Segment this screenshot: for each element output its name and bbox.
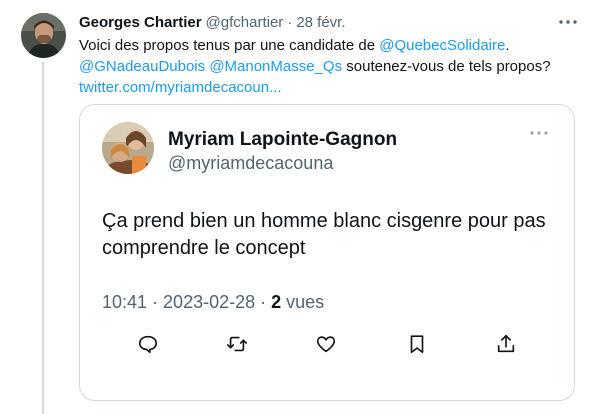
quoted-author-handle[interactable]: @myriamdecacouna [168,153,333,174]
thread-line [42,62,44,414]
author-name[interactable]: Georges Chartier [79,14,202,31]
like-icon[interactable] [314,332,338,356]
mention-gnadeaudubois[interactable]: @GNadeauDubois [79,58,205,75]
views-count: 2 [271,292,282,312]
quoted-tweet-text: Ça prend bien un homme blanc cisgenre po… [102,210,546,259]
author-handle[interactable]: @gfchartier [206,14,284,31]
quoted-author-name[interactable]: Myriam Lapointe-Gagnon [168,129,397,151]
quoted-tweet-date[interactable]: 2023-02-28 [163,292,255,313]
share-icon[interactable] [494,332,518,356]
quoted-author-avatar[interactable] [102,122,154,174]
tweet-text-part3: soutenez-vous de tels propos? [342,58,551,75]
header-separator: · [287,14,293,31]
views-label: vues [286,292,325,312]
tweet-text-part2: . [505,37,510,54]
tweet-header: Georges Chartier @gfchartier · 28 févr. [79,14,346,32]
bookmark-icon[interactable] [405,332,429,356]
meta-separator: · [260,292,267,312]
quoted-tweet-meta: 10:41 · 2023-02-28 · 2 vues [102,292,324,313]
tweet-date[interactable]: 28 févr. [296,14,345,31]
quoted-tweet-card[interactable]: Myriam Lapointe-Gagnon @myriamdecacouna … [79,104,575,401]
more-icon[interactable] [558,12,578,32]
retweet-icon[interactable] [225,332,249,356]
tweet-text: Voici des propos tenus par une candidate… [79,35,579,98]
meta-separator: · [152,292,159,312]
reply-icon[interactable] [136,332,160,356]
mention-quebecsolidaire[interactable]: @QuebecSolidaire [379,37,505,54]
quoted-more-icon[interactable] [528,125,550,141]
mention-manonmasse[interactable]: @ManonMasse_Qs [209,58,342,75]
tweet-text-part1: Voici des propos tenus par une candidate… [79,37,380,54]
action-bar [80,332,574,356]
quoted-tweet-time[interactable]: 10:41 [102,292,147,313]
author-avatar[interactable] [21,13,66,58]
tweet-link[interactable]: twitter.com/myriamdecacoun... [79,79,282,96]
